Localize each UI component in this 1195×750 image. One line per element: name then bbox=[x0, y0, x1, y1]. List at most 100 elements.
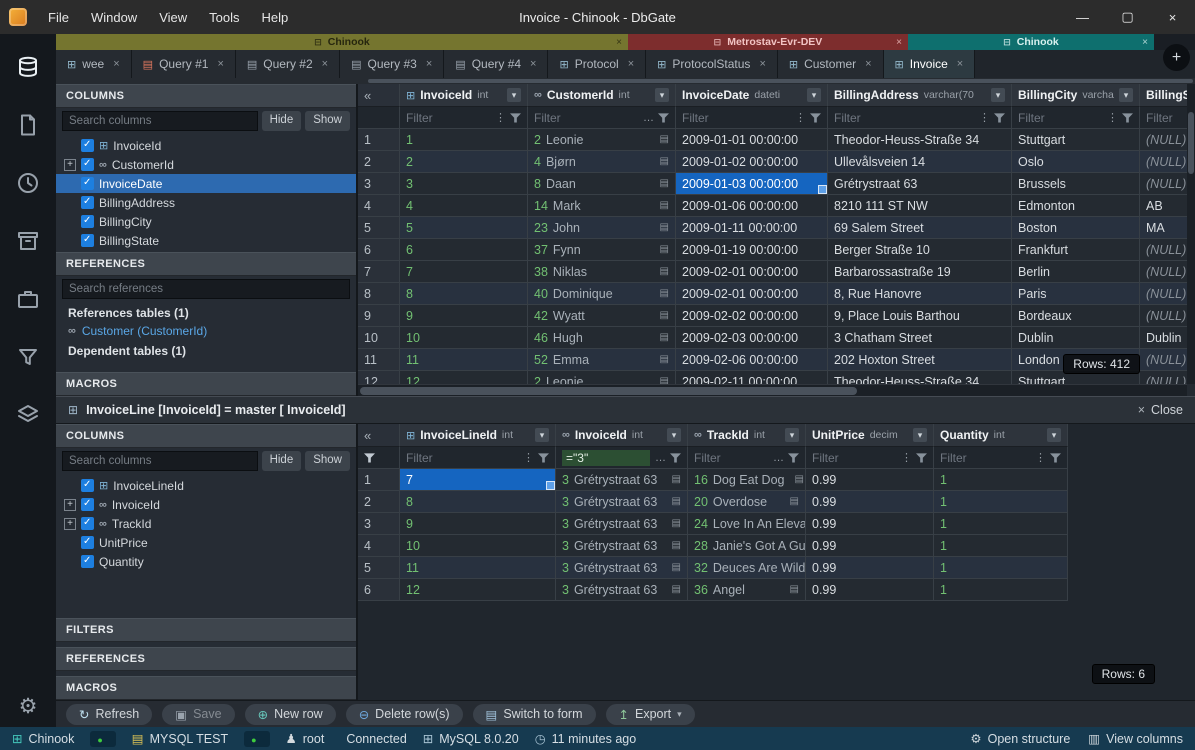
customerid-filter[interactable]: Filter… bbox=[528, 107, 676, 129]
close-tab-icon[interactable]: × bbox=[957, 58, 963, 70]
billingcity-cell[interactable]: Boston bbox=[1012, 217, 1140, 239]
table-row[interactable]: 5 5 23John▤ 2009-01-11 00:00:00 69 Salem… bbox=[358, 217, 1195, 239]
open-reference-icon[interactable]: ▤ bbox=[660, 354, 669, 365]
column-tree-item[interactable]: + CustomerId bbox=[56, 155, 356, 174]
toolbar-button[interactable]: Delete row(s) ▾ bbox=[346, 704, 463, 725]
table-row[interactable]: 1 7 3Grétrystraat 63▤ 16Dog Eat Dog▤ 0.9… bbox=[358, 469, 1068, 491]
open-reference-icon[interactable]: ▤ bbox=[672, 496, 681, 507]
billingaddress-filter[interactable]: Filter⋮ bbox=[828, 107, 1012, 129]
invoiceid-cell[interactable]: 11 bbox=[400, 349, 528, 371]
invoicelineid-cell[interactable]: 11 bbox=[400, 557, 556, 579]
trackid-cell[interactable]: 28Janie's Got A Gun▤ bbox=[688, 535, 806, 557]
invoiceid-cell[interactable]: 6 bbox=[400, 239, 528, 261]
filter-menu-icon[interactable]: ⋮ bbox=[795, 111, 806, 124]
filters-section-header[interactable]: FILTERS bbox=[56, 618, 356, 642]
invoiceid-cell[interactable]: 3Grétrystraat 63▤ bbox=[556, 579, 688, 601]
open-reference-icon[interactable]: ▤ bbox=[672, 518, 681, 529]
close-button[interactable]: × bbox=[1150, 0, 1195, 34]
column-checkbox[interactable] bbox=[81, 479, 94, 492]
customerid-cell[interactable]: 2Leonie▤ bbox=[528, 371, 676, 384]
filter-menu-icon[interactable]: ⋮ bbox=[1107, 111, 1118, 124]
menu-item[interactable]: View bbox=[148, 2, 198, 33]
billingaddress-cell[interactable]: Theodor-Heuss-Straße 34 bbox=[828, 129, 1012, 151]
invoicedate-cell[interactable]: 2009-01-01 00:00:00 bbox=[676, 129, 828, 151]
funnel-icon[interactable] bbox=[810, 112, 821, 123]
close-tab-icon[interactable]: × bbox=[865, 58, 871, 70]
open-reference-icon[interactable]: ▤ bbox=[660, 288, 669, 299]
column-tree-item[interactable]: + BillingAddress bbox=[56, 193, 356, 212]
table-row[interactable]: 10 10 46Hugh▤ 2009-02-03 00:00:00 3 Chat… bbox=[358, 327, 1195, 349]
column-tree-item[interactable]: + TrackId bbox=[56, 514, 356, 533]
column-dropdown-button[interactable]: ▾ bbox=[991, 88, 1005, 102]
trackid-cell[interactable]: 20Overdose▤ bbox=[688, 491, 806, 513]
table-row[interactable]: 6 12 3Grétrystraat 63▤ 36Angel▤ 0.99 1 bbox=[358, 579, 1068, 601]
table-row[interactable]: 9 9 42Wyatt▤ 2009-02-02 00:00:00 9, Plac… bbox=[358, 305, 1195, 327]
billingaddress-cell[interactable]: 9, Place Louis Barthou bbox=[828, 305, 1012, 327]
status-item[interactable]: MYSQL TEST bbox=[132, 731, 228, 747]
open-reference-icon[interactable]: ▤ bbox=[660, 178, 669, 189]
toolbar-button[interactable]: Refresh ▾ bbox=[66, 704, 152, 725]
column-checkbox[interactable] bbox=[81, 517, 94, 530]
table-row[interactable]: 7 7 38Niklas▤ 2009-02-01 00:00:00 Barbar… bbox=[358, 261, 1195, 283]
open-reference-icon[interactable]: ▤ bbox=[660, 376, 669, 384]
filter-options-icon[interactable]: … bbox=[643, 112, 654, 124]
references-section-header[interactable]: REFERENCES bbox=[56, 252, 356, 276]
status-item[interactable]: 11 minutes ago bbox=[535, 731, 636, 747]
tab[interactable]: ProtocolStatus × bbox=[646, 50, 778, 78]
table-row[interactable]: 2 8 3Grétrystraat 63▤ 20Overdose▤ 0.99 1 bbox=[358, 491, 1068, 513]
unitprice-cell[interactable]: 0.99 bbox=[806, 535, 934, 557]
invoicelineid-cell[interactable]: 12 bbox=[400, 579, 556, 601]
status-item[interactable]: MySQL 8.0.20 bbox=[423, 731, 519, 747]
quantity-cell[interactable]: 1 bbox=[934, 535, 1068, 557]
trackid-cell[interactable]: 36Angel▤ bbox=[688, 579, 806, 601]
close-detail-button[interactable]: ×Close bbox=[1138, 403, 1183, 417]
billingcity-cell[interactable]: Berlin bbox=[1012, 261, 1140, 283]
customerid-cell[interactable]: 4Bjørn▤ bbox=[528, 151, 676, 173]
billingcity-cell[interactable]: Dublin bbox=[1012, 327, 1140, 349]
search-references-input[interactable]: Search references bbox=[62, 279, 350, 299]
column-checkbox[interactable] bbox=[81, 177, 94, 190]
status-item[interactable]: Connected bbox=[340, 731, 406, 747]
billingaddress-cell[interactable]: Berger Straße 10 bbox=[828, 239, 1012, 261]
briefcase-icon[interactable] bbox=[15, 286, 41, 312]
close-tab-icon[interactable]: × bbox=[628, 58, 634, 70]
quantity-cell[interactable]: 1 bbox=[934, 491, 1068, 513]
table-row[interactable]: 4 4 14Mark▤ 2009-01-06 00:00:00 8210 111… bbox=[358, 195, 1195, 217]
billingcity-cell[interactable]: Frankfurt bbox=[1012, 239, 1140, 261]
invoiceid-cell[interactable]: 10 bbox=[400, 327, 528, 349]
invoicelineid-cell[interactable]: 9 bbox=[400, 513, 556, 535]
filter-icon[interactable] bbox=[15, 344, 41, 370]
funnel-icon[interactable] bbox=[658, 112, 669, 123]
column-dropdown-button[interactable]: ▾ bbox=[535, 428, 549, 442]
close-tab-icon[interactable]: × bbox=[322, 58, 328, 70]
vertical-scrollbar[interactable] bbox=[1187, 84, 1195, 384]
invoicedate-cell[interactable]: 2009-01-11 00:00:00 bbox=[676, 217, 828, 239]
unitprice-cell[interactable]: 0.99 bbox=[806, 469, 934, 491]
invoiceid-cell[interactable]: 12 bbox=[400, 371, 528, 384]
funnel-icon[interactable] bbox=[788, 452, 799, 463]
invoicelineid-cell[interactable]: 8 bbox=[400, 491, 556, 513]
columns-section-header[interactable]: COLUMNS bbox=[56, 84, 356, 108]
billingcity-cell[interactable]: Edmonton bbox=[1012, 195, 1140, 217]
column-header-trackid[interactable]: TrackIdint▾ bbox=[688, 424, 806, 447]
menu-item[interactable]: Window bbox=[80, 2, 148, 33]
column-checkbox[interactable] bbox=[81, 555, 94, 568]
unitprice-filter[interactable]: Filter⋮ bbox=[806, 447, 934, 469]
filter-options-icon[interactable]: … bbox=[773, 452, 784, 464]
billingcity-cell[interactable]: Stuttgart bbox=[1012, 129, 1140, 151]
tab-group-chinook[interactable]: ⊟Chinook× bbox=[56, 34, 628, 50]
tab[interactable]: Protocol × bbox=[548, 50, 646, 78]
status-item[interactable]: root bbox=[286, 731, 325, 747]
table-row[interactable]: 2 2 4Bjørn▤ 2009-01-02 00:00:00 Ullevåls… bbox=[358, 151, 1195, 173]
open-reference-icon[interactable]: ▤ bbox=[660, 156, 669, 167]
open-reference-icon[interactable]: ▤ bbox=[672, 562, 681, 573]
expand-icon[interactable]: + bbox=[64, 499, 76, 511]
close-tab-icon[interactable]: × bbox=[113, 58, 119, 70]
column-checkbox[interactable] bbox=[81, 536, 94, 549]
funnel-icon[interactable] bbox=[916, 452, 927, 463]
billingcity-filter[interactable]: Filter⋮ bbox=[1012, 107, 1140, 129]
unitprice-cell[interactable]: 0.99 bbox=[806, 491, 934, 513]
quantity-cell[interactable]: 1 bbox=[934, 513, 1068, 535]
funnel-icon[interactable] bbox=[510, 112, 521, 123]
funnel-icon[interactable] bbox=[994, 112, 1005, 123]
